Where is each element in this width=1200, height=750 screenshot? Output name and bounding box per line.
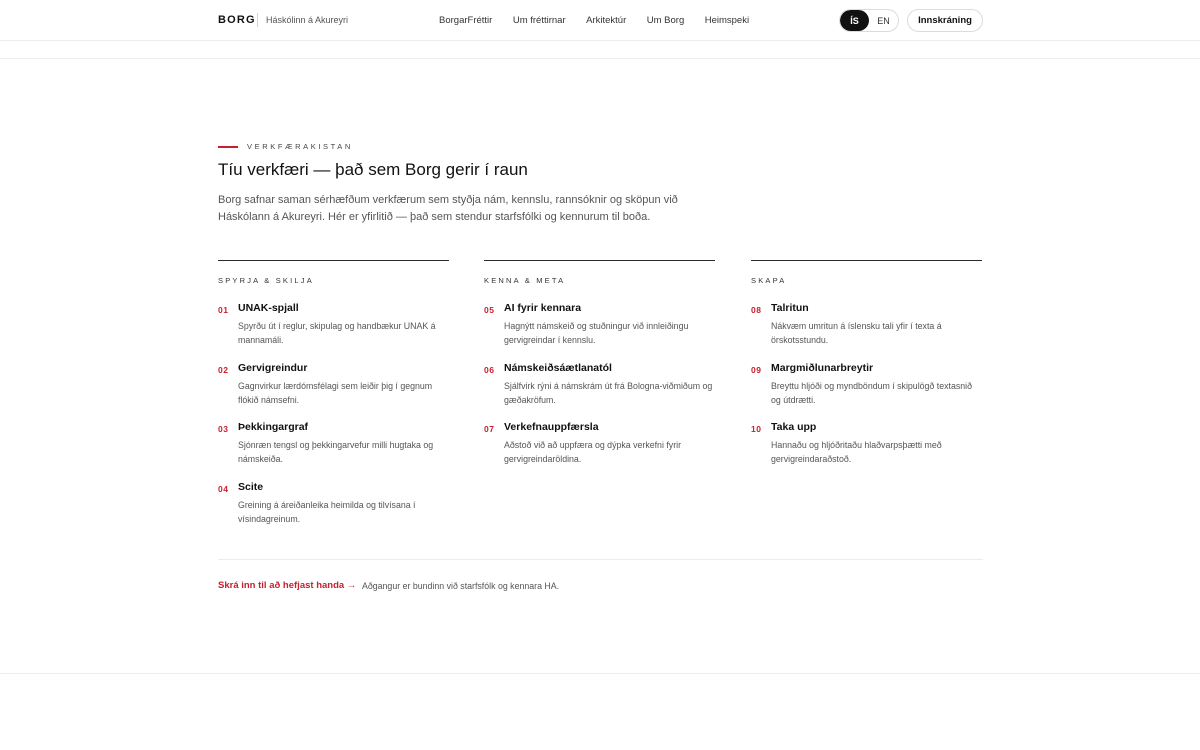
tool-name[interactable]: Námskeiðsáætlanatól (504, 362, 612, 374)
tool-name[interactable]: UNAK-spjall (238, 302, 299, 314)
column-rule (751, 260, 982, 261)
top-header: BORG Háskólinn á Akureyri BorgarFréttir … (0, 0, 1200, 41)
tool-description: Aðstoð við að uppfæra og dýpka verkefni … (504, 440, 682, 464)
tool-description: Spyrðu út í reglur, skipulag og handbæku… (238, 321, 436, 345)
header-divider (0, 58, 1200, 59)
tool-number: 01 (218, 305, 229, 315)
column-heading: SKAPA (751, 276, 787, 285)
tool-description: Breyttu hljóði og myndböndum í skipulögð… (771, 381, 972, 405)
tool-number: 08 (751, 305, 762, 315)
tool-number: 06 (484, 365, 495, 375)
brand-logo[interactable]: BORG (218, 14, 256, 26)
login-cta-link[interactable]: Skrá inn til að hefjast handa → (218, 580, 356, 591)
nav-item-um-borg[interactable]: Um Borg (647, 15, 684, 26)
tool-description: Hannaðu og hljóðritaðu hlaðvarpsþætti me… (771, 440, 942, 464)
column-heading: KENNA & META (484, 276, 566, 285)
section-intro: Borg safnar saman sérhæfðum verkfærum se… (218, 194, 678, 223)
tool-name[interactable]: Verkefnauppfærsla (504, 421, 599, 433)
main-nav: BorgarFréttir Um fréttirnar Arkitektúr U… (439, 15, 770, 26)
tool-number: 07 (484, 424, 495, 434)
tool-description: Sjálfvirk rýni á námskrám út frá Bologna… (504, 381, 713, 405)
section-title: Tíu verkfæri — það sem Borg gerir í raun (218, 160, 528, 179)
tool-name[interactable]: Þekkingargraf (238, 421, 308, 433)
lang-en-button[interactable]: EN (869, 10, 898, 31)
nav-item-arkitektur[interactable]: Arkitektúr (586, 15, 626, 26)
login-button[interactable]: Innskráning (907, 9, 983, 32)
tool-number: 05 (484, 305, 495, 315)
tool-name[interactable]: Scite (238, 481, 263, 493)
tool-name[interactable]: Talritun (771, 302, 809, 314)
tool-name[interactable]: Margmiðlunarbreytir (771, 362, 873, 374)
section-eyebrow: VERKFÆRAKISTAN (247, 142, 353, 151)
tool-description: Hagnýtt námskeið og stuðningur við innle… (504, 321, 689, 345)
column-rule (484, 260, 715, 261)
nav-item-borgarfrettir[interactable]: BorgarFréttir (439, 15, 492, 26)
nav-item-heimspeki[interactable]: Heimspeki (705, 15, 749, 26)
access-note: Aðgangur er bundinn við starfsfólk og ke… (362, 581, 560, 591)
tool-number: 10 (751, 424, 762, 434)
page-bottom-divider (0, 673, 1200, 674)
brand-subtitle: Háskólinn á Akureyri (266, 15, 349, 25)
column-heading: SPYRJA & SKILJA (218, 276, 314, 285)
lang-is-button[interactable]: ÍS (840, 10, 869, 31)
tool-name[interactable]: Taka upp (771, 421, 816, 433)
tool-description: Greining á áreiðanleika heimilda og tilv… (238, 500, 416, 524)
tool-description: Gagnvirkur lærdómsfélagi sem leiðir þig … (238, 381, 433, 405)
column-kenna-meta: KENNA & META 05 AI fyrir kennara Hagnýtt… (484, 260, 715, 464)
nav-item-um-frettirnar[interactable]: Um fréttirnar (513, 15, 566, 26)
tool-number: 03 (218, 424, 229, 434)
tool-name[interactable]: AI fyrir kennara (504, 302, 581, 314)
column-spyrja-skilja: SPYRJA & SKILJA 01 UNAK-spjall Spyrðu út… (218, 260, 449, 524)
tool-number: 02 (218, 365, 229, 375)
tool-description: Sjónræn tengsl og þekkingarvefur milli h… (238, 440, 434, 464)
tool-description: Nákvæm umritun á íslensku tali yfir í te… (771, 321, 942, 345)
column-skapa: SKAPA 08 Talritun Nákvæm umritun á íslen… (751, 260, 982, 464)
eyebrow-accent-line (218, 146, 238, 148)
language-toggle: ÍS EN (839, 9, 899, 32)
brand-separator (257, 13, 258, 27)
cta-divider (218, 559, 983, 560)
tool-number: 04 (218, 484, 229, 494)
tool-number: 09 (751, 365, 762, 375)
column-rule (218, 260, 449, 261)
tool-name[interactable]: Gervigreindur (238, 362, 307, 374)
